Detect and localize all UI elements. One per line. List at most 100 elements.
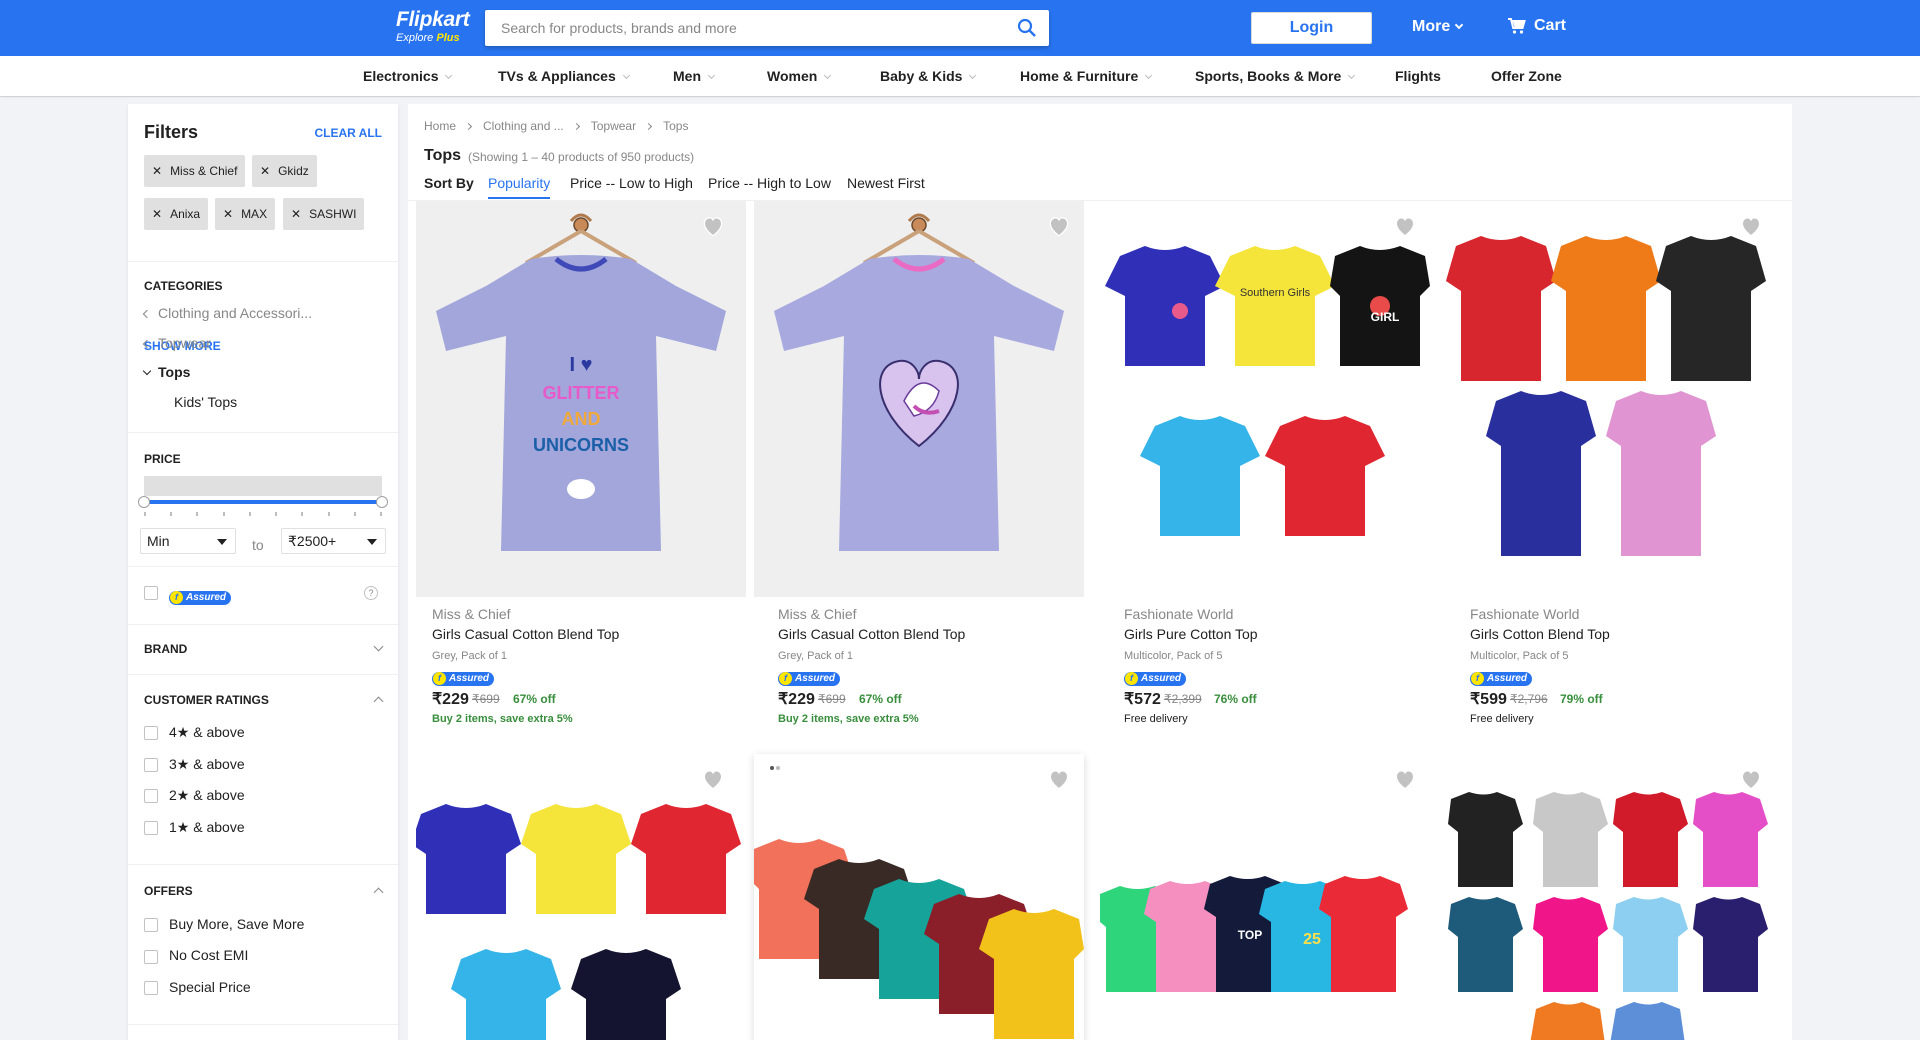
nav-item-tvs-appliances[interactable]: TVs & Appliances bbox=[498, 68, 630, 84]
close-icon[interactable]: ✕ bbox=[291, 207, 301, 221]
product-image[interactable] bbox=[754, 201, 1084, 597]
close-icon[interactable]: ✕ bbox=[260, 164, 270, 178]
heart-icon[interactable] bbox=[1046, 213, 1072, 239]
nav-item-baby-kids[interactable]: Baby & Kids bbox=[880, 68, 977, 84]
offer-label: Special Price bbox=[169, 979, 251, 995]
assured-badge: f Assured bbox=[169, 587, 232, 605]
breadcrumb-item[interactable]: Tops bbox=[663, 119, 688, 133]
rating-checkbox[interactable] bbox=[144, 758, 158, 772]
heart-icon[interactable] bbox=[1046, 766, 1072, 792]
nav-item-electronics[interactable]: Electronics bbox=[363, 68, 453, 84]
filter-chip[interactable]: ✕ SASHWI bbox=[283, 198, 365, 230]
price-min-select[interactable]: Min bbox=[140, 528, 236, 554]
category-subitem[interactable]: Kids' Tops bbox=[174, 394, 237, 410]
heart-icon[interactable] bbox=[1392, 766, 1418, 792]
product-name[interactable]: Girls Casual Cotton Blend Top bbox=[778, 626, 965, 642]
heart-icon[interactable] bbox=[700, 766, 726, 792]
nav-item-men[interactable]: Men bbox=[673, 68, 716, 84]
search-icon[interactable] bbox=[1017, 18, 1037, 38]
rating-checkbox[interactable] bbox=[144, 726, 158, 740]
filter-chip[interactable]: ✕ Gkidz bbox=[252, 155, 317, 187]
nav-item-home-furniture[interactable]: Home & Furniture bbox=[1020, 68, 1153, 84]
breadcrumb-item[interactable]: Topwear bbox=[591, 119, 636, 133]
chevron-down-icon[interactable] bbox=[373, 641, 384, 652]
product-card[interactable] bbox=[754, 754, 1084, 1040]
product-card[interactable] bbox=[408, 754, 741, 1040]
product-offer: Buy 2 items, save extra 5% bbox=[778, 713, 919, 725]
product-card[interactable]: Miss & Chief Girls Casual Cotton Blend T… bbox=[754, 201, 1084, 751]
brand-title[interactable]: BRAND bbox=[144, 642, 187, 656]
flipkart-logo[interactable]: Flipkart Explore Plus bbox=[396, 9, 470, 45]
chevron-up-icon[interactable] bbox=[373, 696, 384, 707]
product-image[interactable] bbox=[411, 754, 746, 1040]
assured-checkbox[interactable] bbox=[144, 586, 158, 600]
divider bbox=[128, 624, 398, 625]
rating-label: 3★ & above bbox=[169, 756, 245, 772]
category-active[interactable]: Tops bbox=[142, 364, 190, 380]
product-card[interactable] bbox=[1446, 754, 1776, 1040]
close-icon[interactable]: ✕ bbox=[152, 164, 162, 178]
close-icon[interactable]: ✕ bbox=[152, 207, 162, 221]
sort-option-newest[interactable]: Newest First bbox=[847, 175, 925, 191]
product-image[interactable]: TOP 25 bbox=[1100, 754, 1430, 1040]
product-name[interactable]: Girls Cotton Blend Top bbox=[1470, 626, 1610, 642]
breadcrumb-item[interactable]: Clothing and ... bbox=[483, 119, 564, 133]
product-image[interactable] bbox=[754, 754, 1084, 1040]
offer-checkbox[interactable] bbox=[144, 918, 158, 932]
chevron-right-icon bbox=[572, 122, 580, 130]
divider bbox=[128, 261, 398, 262]
nav-item-flights[interactable]: Flights bbox=[1395, 68, 1441, 84]
price-max-select[interactable]: ₹2500+ bbox=[281, 528, 386, 554]
chevron-up-icon[interactable] bbox=[373, 887, 384, 898]
caret-down-icon bbox=[367, 539, 377, 545]
price-slider-max-handle[interactable] bbox=[376, 496, 388, 508]
product-image[interactable] bbox=[1446, 201, 1776, 597]
close-icon[interactable]: ✕ bbox=[223, 207, 233, 221]
category-parent-link[interactable]: Topwear bbox=[142, 335, 211, 351]
question-icon[interactable]: ? bbox=[364, 586, 378, 600]
cart-button[interactable]: Cart bbox=[1508, 17, 1566, 35]
nav-item-offer-zone[interactable]: Offer Zone bbox=[1491, 68, 1562, 84]
ratings-title[interactable]: CUSTOMER RATINGS bbox=[144, 693, 269, 707]
offers-title[interactable]: OFFERS bbox=[144, 884, 193, 898]
product-image[interactable] bbox=[1446, 754, 1776, 1040]
logo-tagline: Explore Plus bbox=[396, 32, 460, 44]
assured-badge: f Assured bbox=[1470, 668, 1533, 686]
rating-label: 4★ & above bbox=[169, 724, 245, 740]
product-name[interactable]: Girls Pure Cotton Top bbox=[1124, 626, 1258, 642]
rating-checkbox[interactable] bbox=[144, 789, 158, 803]
more-menu[interactable]: More bbox=[1412, 18, 1464, 36]
sort-option-price-low-high[interactable]: Price -- Low to High bbox=[570, 175, 693, 191]
offer-checkbox[interactable] bbox=[144, 981, 158, 995]
search-input[interactable] bbox=[485, 10, 985, 46]
product-card[interactable]: Southern Girls GIRL Fashionate World Gir… bbox=[1100, 201, 1430, 751]
heart-icon[interactable] bbox=[1738, 213, 1764, 239]
category-parent-link[interactable]: Clothing and Accessori... bbox=[142, 305, 312, 321]
product-card[interactable]: Fashionate World Girls Cotton Blend Top … bbox=[1446, 201, 1776, 751]
sort-option-popularity[interactable]: Popularity bbox=[488, 175, 551, 199]
rating-checkbox[interactable] bbox=[144, 821, 158, 835]
heart-icon[interactable] bbox=[1392, 213, 1418, 239]
filter-chip[interactable]: ✕ MAX bbox=[215, 198, 276, 230]
clear-all-button[interactable]: CLEAR ALL bbox=[314, 126, 382, 140]
product-name[interactable]: Girls Casual Cotton Blend Top bbox=[432, 626, 619, 642]
heart-icon[interactable] bbox=[700, 213, 726, 239]
breadcrumb-item[interactable]: Home bbox=[424, 119, 456, 133]
product-discount: 67% off bbox=[859, 692, 902, 706]
nav-item-women[interactable]: Women bbox=[767, 68, 832, 84]
offer-checkbox[interactable] bbox=[144, 950, 158, 964]
price-slider-min-handle[interactable] bbox=[138, 496, 150, 508]
caret-down-icon bbox=[217, 539, 227, 545]
heart-icon[interactable] bbox=[1738, 766, 1764, 792]
price-slider-track[interactable] bbox=[144, 500, 382, 504]
filter-chip[interactable]: ✕ Miss & Chief bbox=[144, 155, 246, 187]
login-button[interactable]: Login bbox=[1251, 12, 1372, 44]
filter-chip[interactable]: ✕ Anixa bbox=[144, 198, 209, 230]
product-card[interactable]: I ♥ GLITTER AND UNICORNS Miss & Chief Gi… bbox=[408, 201, 746, 751]
product-image[interactable]: I ♥ GLITTER AND UNICORNS bbox=[416, 201, 746, 597]
nav-item-sports-books[interactable]: Sports, Books & More bbox=[1195, 68, 1356, 84]
product-image[interactable]: Southern Girls GIRL bbox=[1100, 201, 1430, 597]
filters-sidebar: Filters CLEAR ALL ✕ Miss & Chief ✕ Gkidz ✕… bbox=[128, 104, 398, 1040]
sort-option-price-high-low[interactable]: Price -- High to Low bbox=[708, 175, 831, 191]
product-card[interactable]: TOP 25 bbox=[1100, 754, 1430, 1040]
